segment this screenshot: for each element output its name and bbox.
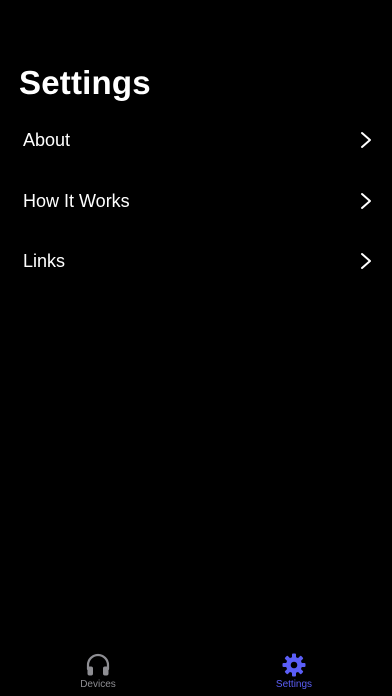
tab-settings[interactable]: Settings bbox=[196, 646, 392, 696]
menu-item-how-it-works[interactable]: How It Works bbox=[0, 171, 392, 232]
menu-item-links[interactable]: Links bbox=[0, 231, 392, 292]
gear-icon bbox=[282, 653, 306, 677]
menu-item-about[interactable]: About bbox=[0, 110, 392, 171]
tab-label-devices: Devices bbox=[80, 679, 116, 690]
headphones-icon bbox=[86, 653, 110, 676]
tab-bar: Devices Settings bbox=[0, 646, 392, 696]
chevron-right-icon bbox=[361, 192, 371, 209]
menu-item-label: Links bbox=[23, 251, 66, 272]
tab-devices[interactable]: Devices bbox=[0, 646, 196, 696]
chevron-right-icon bbox=[361, 253, 371, 270]
chevron-right-icon bbox=[361, 132, 371, 149]
menu-item-label: About bbox=[23, 130, 71, 151]
menu-item-label: How It Works bbox=[23, 190, 130, 211]
tab-label-settings: Settings bbox=[275, 679, 313, 690]
settings-menu: About How It Works Links bbox=[0, 110, 392, 292]
page-title: Settings bbox=[19, 64, 151, 101]
